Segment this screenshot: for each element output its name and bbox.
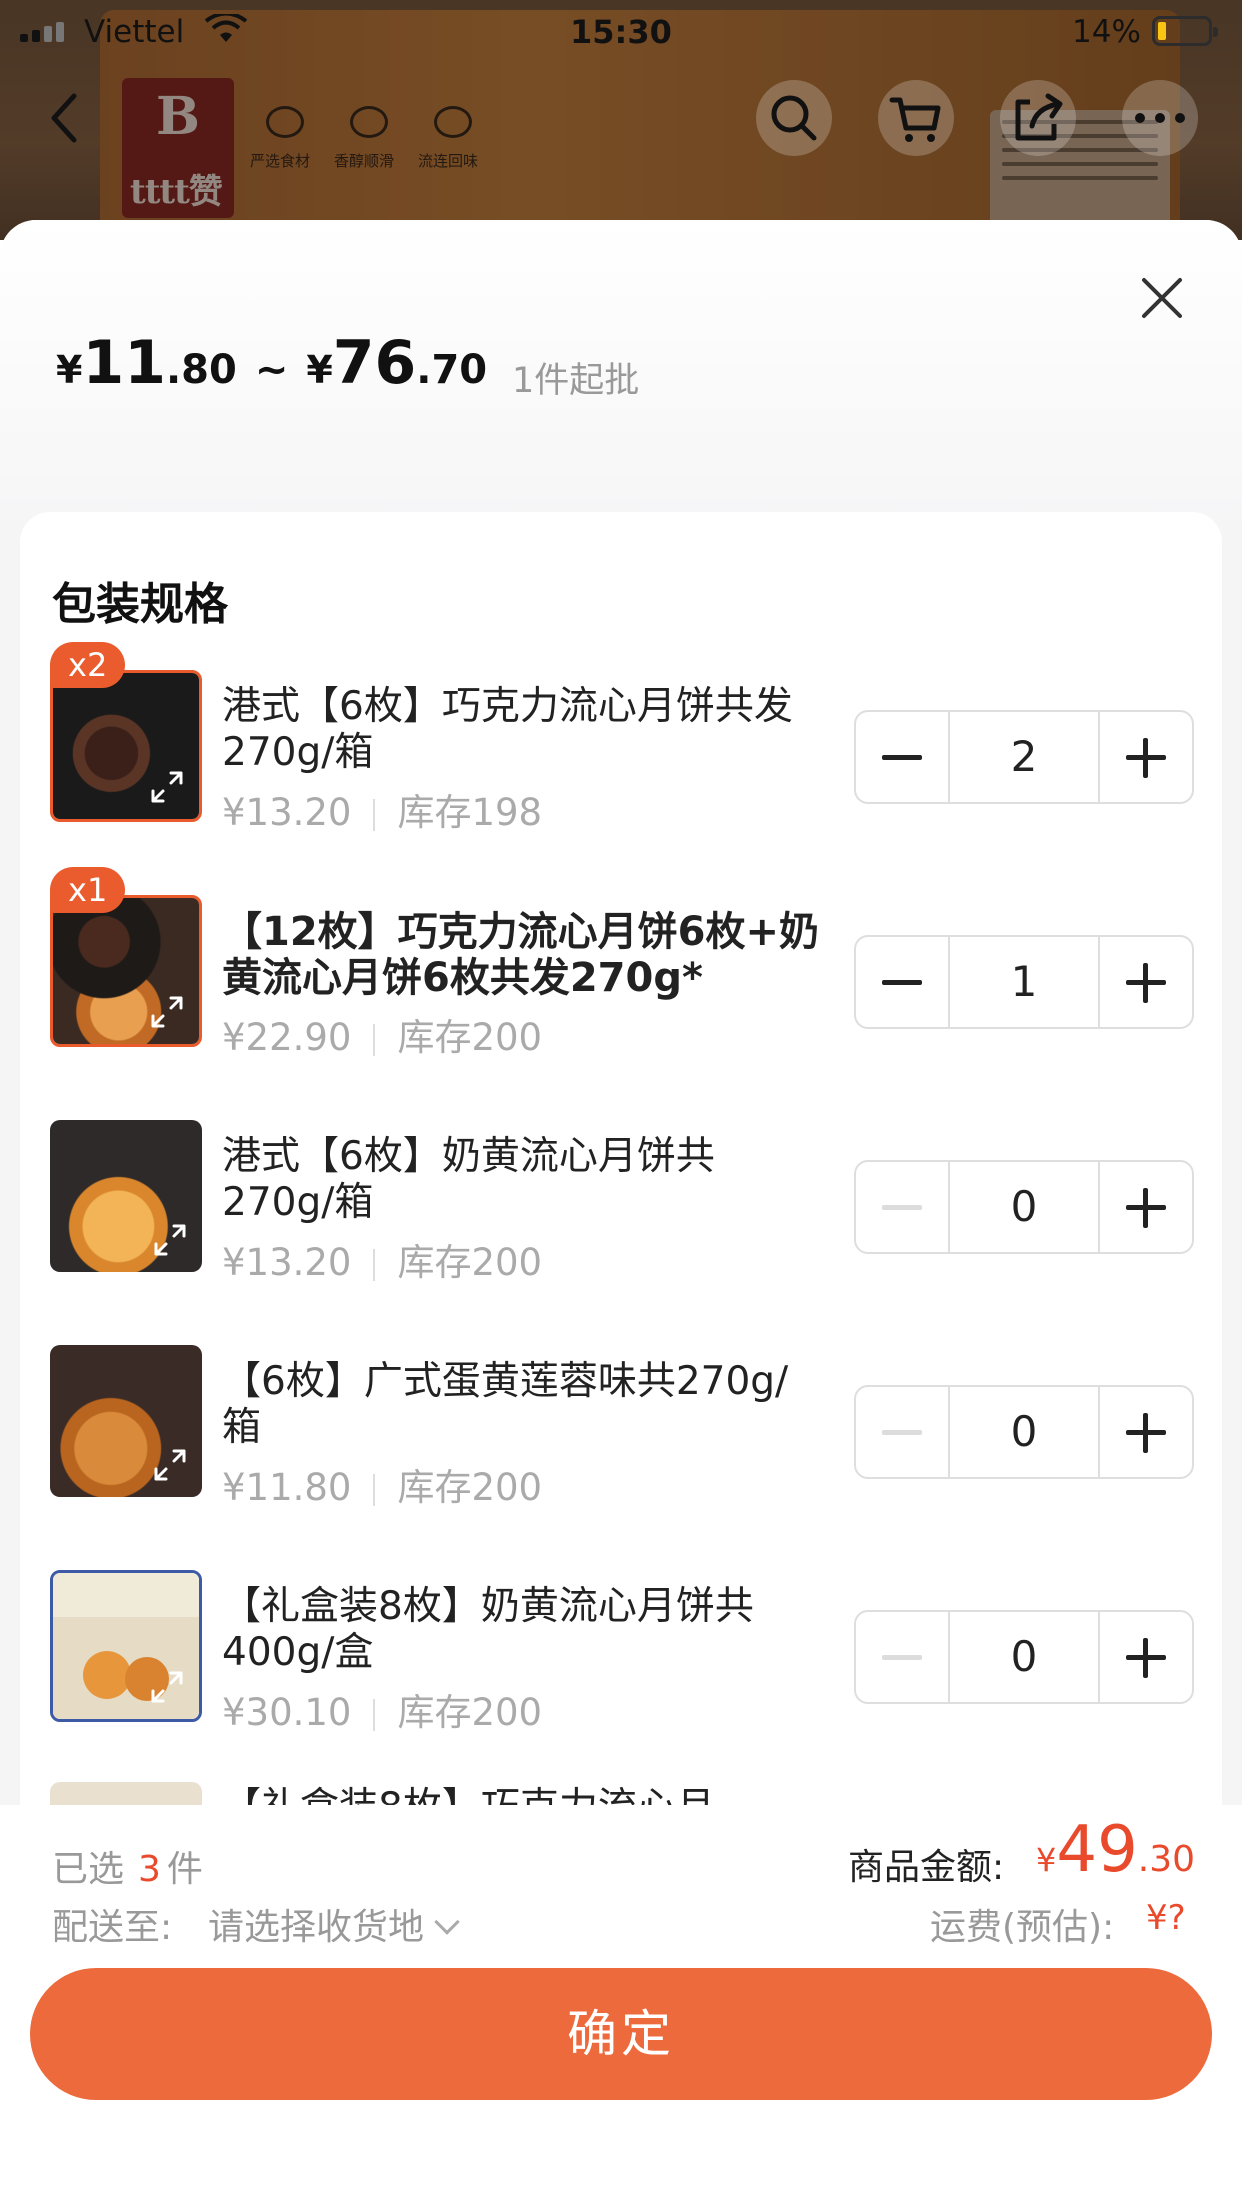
expand-icon[interactable]	[147, 1667, 187, 1707]
checkout-footer: 已选 3 件 商品金额: ¥49.30 配送至: 请选择收货地 运费(预估): ¥?…	[0, 1805, 1242, 2208]
spec-item[interactable]: x2 港式【6枚】巧克力流心月饼共发270g/箱 ¥13.20 库存198 2	[20, 642, 1222, 834]
product-thumbnail[interactable]	[50, 1345, 202, 1497]
item-meta: ¥13.20 库存198	[222, 782, 542, 836]
clock: 15:30	[570, 13, 672, 51]
ship-to-label: 配送至:	[52, 1907, 173, 1948]
item-meta: ¥22.90 库存200	[222, 1007, 542, 1061]
item-price: ¥22.90	[222, 1016, 352, 1059]
plus-icon[interactable]	[1100, 1387, 1192, 1477]
item-stock: 库存200	[397, 1466, 543, 1509]
status-bar: Viettel 15:30 14%	[0, 0, 1242, 64]
quantity-stepper: 0	[854, 1385, 1194, 1479]
quantity-stepper: 0	[854, 1160, 1194, 1254]
quantity-value[interactable]: 0	[948, 1612, 1100, 1702]
item-price: ¥30.10	[222, 1691, 352, 1734]
signal-icon	[20, 22, 68, 42]
back-icon[interactable]	[30, 80, 106, 156]
expand-icon[interactable]	[147, 767, 187, 807]
item-price: ¥11.80	[222, 1466, 352, 1509]
product-thumbnail[interactable]	[50, 1120, 202, 1272]
item-price: ¥13.20	[222, 791, 352, 834]
product-thumbnail[interactable]	[50, 1570, 202, 1722]
spec-title: 包装规格	[52, 579, 228, 630]
plus-icon[interactable]	[1100, 712, 1192, 802]
amount-label: 商品金额:	[848, 1847, 1005, 1888]
total-amount: ¥49.30	[1036, 1813, 1196, 1887]
quantity-stepper: 1	[854, 935, 1194, 1029]
confirm-button[interactable]: 确定	[30, 1968, 1212, 2100]
plus-icon[interactable]	[1100, 937, 1192, 1027]
battery-icon	[1152, 16, 1218, 46]
item-stock: 库存200	[397, 1016, 543, 1059]
item-price: ¥13.20	[222, 1241, 352, 1284]
price-range: ¥11.80 ~ ¥76.70	[56, 328, 488, 398]
quantity-stepper: 0	[854, 1610, 1194, 1704]
spec-item[interactable]: 【礼盒装8枚】奶黄流心月饼共400g/盒 ¥30.10 库存200 0	[20, 1542, 1222, 1734]
address-selector[interactable]: 请选择收货地	[208, 1898, 460, 1950]
quantity-value[interactable]: 1	[948, 937, 1100, 1027]
expand-icon[interactable]	[150, 1445, 190, 1485]
chevron-down-icon	[434, 1909, 460, 1935]
shipping-fee-label: 运费(预估):	[930, 1907, 1115, 1948]
carrier-name: Viettel	[84, 14, 185, 50]
expand-icon[interactable]	[150, 1220, 190, 1260]
item-meta: ¥30.10 库存200	[222, 1682, 542, 1736]
minus-icon[interactable]	[856, 1612, 948, 1702]
cart-icon[interactable]	[878, 80, 954, 156]
share-icon[interactable]	[1000, 80, 1076, 156]
wifi-icon	[204, 14, 248, 42]
more-icon[interactable]	[1122, 80, 1198, 156]
close-icon[interactable]	[1134, 270, 1190, 326]
product-spec-page: B tttt赞 严选食材 香醇顺滑 流连回味 Viettel 15:30 14%	[0, 0, 1242, 2208]
quantity-value[interactable]: 2	[948, 712, 1100, 802]
plus-icon[interactable]	[1100, 1162, 1192, 1252]
quantity-badge: x1	[50, 867, 126, 913]
quantity-stepper: 2	[854, 710, 1194, 804]
item-stock: 库存198	[397, 791, 543, 834]
minus-icon[interactable]	[856, 937, 948, 1027]
item-meta: ¥11.80 库存200	[222, 1457, 542, 1511]
item-name: 【12枚】巧克力流心月饼6枚+奶黄流心月饼6枚共发270g*	[222, 909, 820, 1001]
plus-icon[interactable]	[1100, 1612, 1192, 1702]
item-meta: ¥13.20 库存200	[222, 1232, 542, 1286]
search-icon[interactable]	[756, 80, 832, 156]
minus-icon[interactable]	[856, 1162, 948, 1252]
expand-icon[interactable]	[147, 992, 187, 1032]
spec-item[interactable]: 港式【6枚】奶黄流心月饼共270g/箱 ¥13.20 库存200 0	[20, 1092, 1222, 1284]
quantity-value[interactable]: 0	[948, 1162, 1100, 1252]
spec-bottom-sheet: ¥11.80 ~ ¥76.70 1件起批 包装规格 x2 港式【6枚】巧克力流心月饼…	[0, 220, 1242, 2208]
item-name: 【6枚】广式蛋黄莲蓉味共270g/箱	[222, 1359, 789, 1450]
spec-list-card: 包装规格 x2 港式【6枚】巧克力流心月饼共发270g/箱 ¥13.20 库存19…	[20, 512, 1222, 1912]
battery-percent: 14%	[1072, 14, 1141, 50]
item-name: 【礼盒装8枚】奶黄流心月饼共400g/盒	[222, 1584, 754, 1675]
shipping-fee-value: ¥?	[1146, 1898, 1186, 1938]
quantity-value[interactable]: 0	[948, 1387, 1100, 1477]
minus-icon[interactable]	[856, 1387, 948, 1477]
selected-count: 已选 3 件	[52, 1849, 203, 1890]
item-name: 港式【6枚】奶黄流心月饼共270g/箱	[222, 1134, 715, 1225]
spec-item[interactable]: 【6枚】广式蛋黄莲蓉味共270g/箱 ¥11.80 库存200 0	[20, 1317, 1222, 1509]
min-order-quantity: 1件起批	[512, 361, 640, 401]
item-name: 港式【6枚】巧克力流心月饼共发270g/箱	[222, 684, 793, 775]
item-stock: 库存200	[397, 1691, 543, 1734]
quantity-badge: x2	[50, 642, 126, 688]
item-stock: 库存200	[397, 1241, 543, 1284]
product-thumbnail[interactable]	[50, 670, 202, 822]
spec-item[interactable]: x1 【12枚】巧克力流心月饼6枚+奶黄流心月饼6枚共发270g* ¥22.90…	[20, 867, 1222, 1059]
product-thumbnail[interactable]	[50, 895, 202, 1047]
minus-icon[interactable]	[856, 712, 948, 802]
